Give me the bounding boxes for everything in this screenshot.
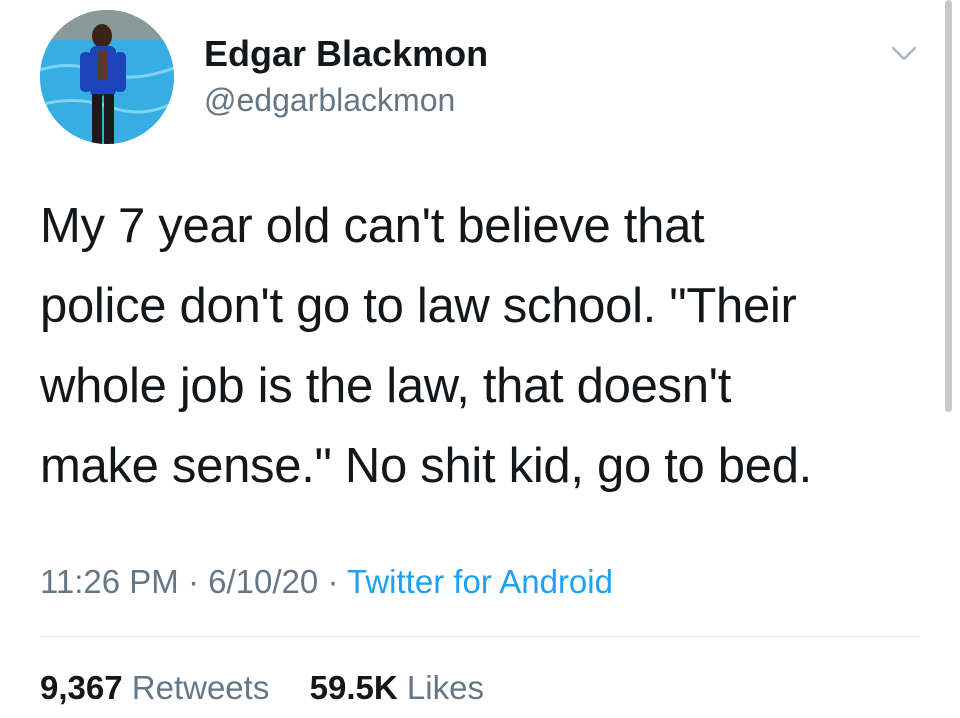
tweet-text-line: whole job is the law, that doesn't [40, 359, 732, 413]
tweet-text-line: My 7 year old can't believe that [40, 199, 705, 253]
retweets-count: 9,367 [40, 669, 123, 706]
tweet-text: My 7 year old can't believe that police … [40, 186, 920, 506]
tweet-time[interactable]: 11:26 PM [40, 563, 179, 600]
user-handle[interactable]: @edgarblackmon [204, 80, 455, 120]
divider [40, 636, 920, 637]
scrollbar[interactable] [945, 0, 952, 412]
tweet-metadata: 11:26 PM · 6/10/20 · Twitter for Android [40, 560, 613, 604]
retweets-stat[interactable]: 9,367 Retweets [40, 669, 279, 706]
likes-count: 59.5K [309, 669, 398, 706]
tweet-stats: 9,367 Retweets 59.5K Likes [40, 666, 484, 710]
tweet-text-line: police don't go to law school. "Their [40, 279, 797, 333]
chevron-down-icon[interactable] [889, 42, 919, 66]
likes-stat[interactable]: 59.5K Likes [310, 669, 484, 706]
likes-label: Likes [406, 669, 484, 706]
tweet-text-line: make sense." No shit kid, go to bed. [40, 439, 812, 493]
meta-separator: · [327, 563, 339, 600]
profile-photo-icon [40, 10, 174, 144]
display-name[interactable]: Edgar Blackmon [204, 32, 488, 76]
tweet-card: Edgar Blackmon @edgarblackmon My 7 year … [0, 0, 960, 718]
retweets-label: Retweets [131, 669, 270, 706]
avatar[interactable] [40, 10, 174, 144]
tweet-date[interactable]: 6/10/20 [208, 563, 318, 600]
tweet-source-link[interactable]: Twitter for Android [347, 563, 613, 600]
meta-separator: · [187, 563, 199, 600]
